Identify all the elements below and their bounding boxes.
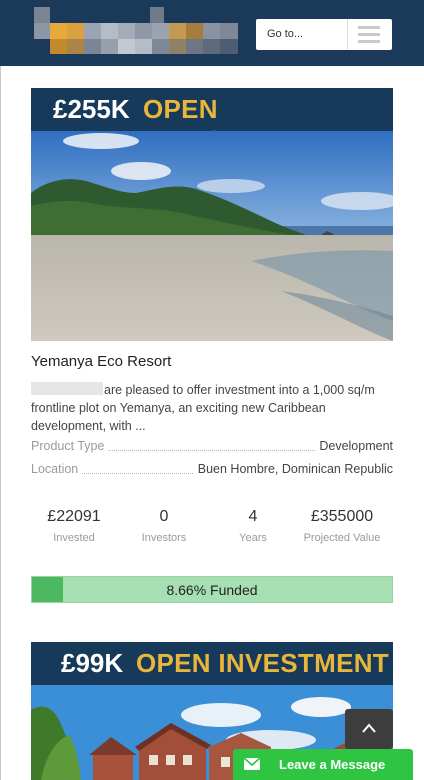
funded-progress-bar: 8.66% Funded (31, 576, 393, 603)
stat-investors: 0 Investors (119, 508, 209, 544)
price-label: £99K (61, 648, 124, 678)
stat-label: Investors (141, 532, 187, 544)
leave-message-button[interactable]: Leave a Message (233, 749, 413, 780)
beach-island-photo[interactable] (31, 131, 401, 341)
goto-label: Go to... (267, 28, 304, 40)
detail-row-product-type: Product Type Development (31, 439, 393, 455)
listing-title[interactable]: Yemanya Eco Resort (31, 353, 171, 370)
stat-projected-value: £355000 Projected Value (297, 508, 387, 544)
hamburger-menu-icon[interactable] (358, 26, 380, 43)
stat-years: 4 Years (208, 508, 298, 544)
listing-description: are pleased to offer investment into a 1… (31, 381, 393, 435)
envelope-icon (243, 757, 261, 770)
goto-menu-select[interactable]: Go to... (256, 19, 392, 50)
chevron-up-icon (362, 723, 376, 733)
redacted-company-name (31, 382, 103, 395)
detail-label: Location (31, 462, 83, 476)
scroll-to-top-button[interactable] (345, 709, 393, 749)
detail-label: Product Type (31, 439, 109, 453)
stat-invested: £22091 Invested (29, 508, 119, 544)
stat-label: Years (239, 532, 267, 544)
site-header: Go to... (0, 0, 424, 66)
page-left-border (0, 66, 1, 780)
leave-message-label: Leave a Message (279, 757, 386, 772)
investment-card: £255K OPEN INVESTMENT (29, 88, 401, 608)
pixelated-logo[interactable] (34, 7, 240, 54)
stat-value: 4 (248, 508, 258, 525)
stat-value: 0 (159, 508, 169, 525)
card-header[interactable]: £99K OPEN INVESTMENT (31, 642, 393, 685)
price-label: £255K (53, 94, 130, 124)
stat-value: £22091 (47, 508, 101, 525)
stat-value: £355000 (310, 508, 374, 525)
detail-value: Buen Hombre, Dominican Republic (193, 462, 393, 476)
status-label: OPEN INVESTMENT (136, 648, 389, 678)
detail-value: Development (315, 439, 393, 453)
stat-label: Invested (53, 532, 95, 544)
funded-label: 8.66% Funded (166, 582, 258, 598)
detail-row-location: Location Buen Hombre, Dominican Republic (31, 462, 393, 478)
card-header[interactable]: £255K OPEN INVESTMENT (31, 88, 393, 155)
stat-label: Projected Value (303, 532, 381, 544)
goto-divider (347, 19, 348, 50)
